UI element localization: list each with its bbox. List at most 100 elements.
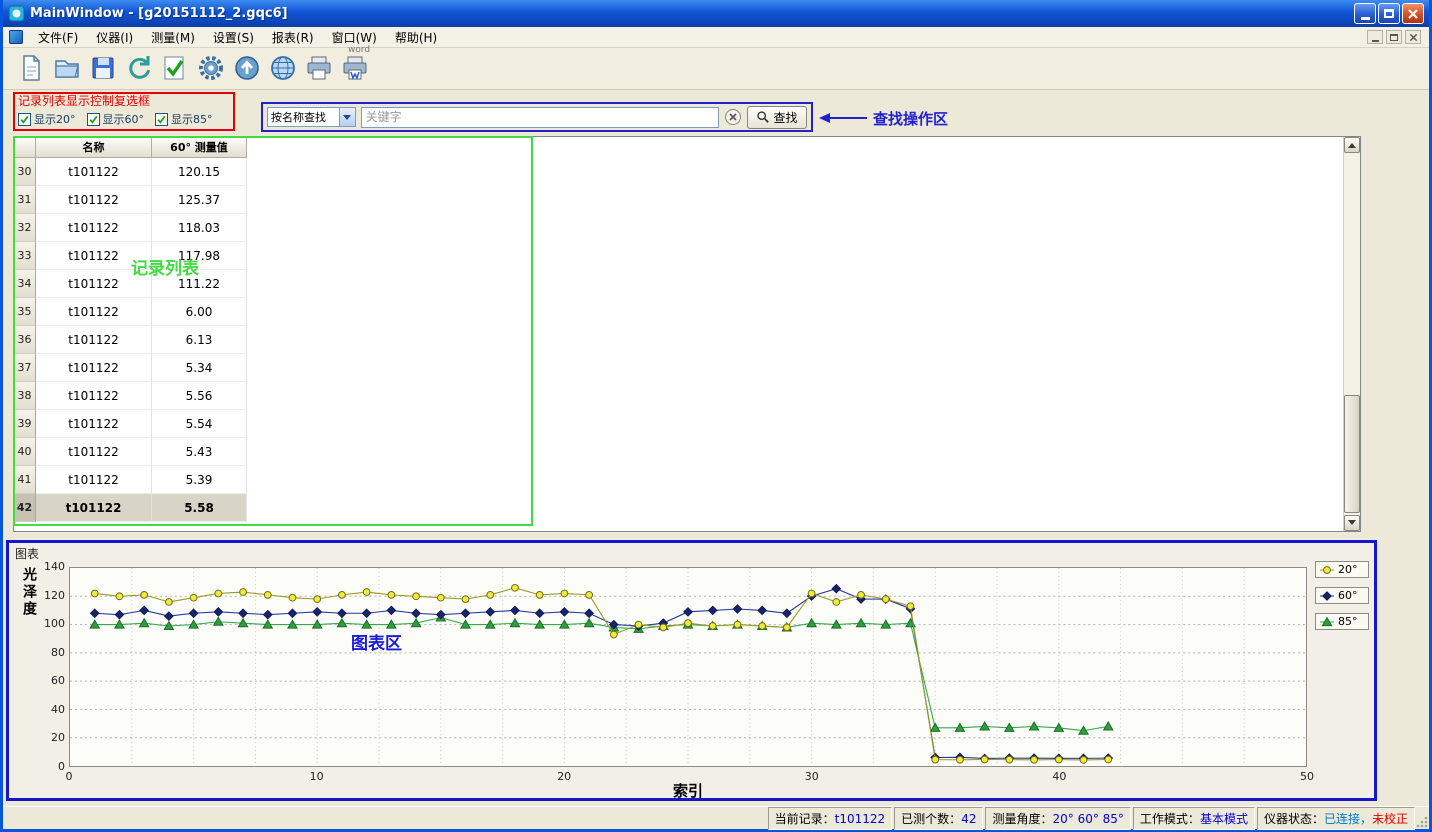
cell-measure-value[interactable]: 6.00: [152, 298, 247, 326]
cell-name[interactable]: t101122: [36, 494, 152, 522]
menu-measure[interactable]: 测量(M): [142, 26, 204, 49]
table-row[interactable]: 31t101122125.37: [14, 186, 1360, 214]
status-value: 未校正: [1372, 812, 1408, 826]
table-row[interactable]: 36t1011226.13: [14, 326, 1360, 354]
resize-grip-icon[interactable]: [1415, 815, 1428, 828]
table-row[interactable]: 35t1011226.00: [14, 298, 1360, 326]
checkbox-show-20[interactable]: 显示20°: [18, 111, 76, 127]
legend-item[interactable]: 60°: [1315, 587, 1369, 604]
row-number[interactable]: 39: [14, 410, 36, 438]
row-number[interactable]: 32: [14, 214, 36, 242]
scrollbar-thumb[interactable]: [1344, 395, 1360, 513]
row-number[interactable]: 40: [14, 438, 36, 466]
print-button[interactable]: [301, 50, 337, 86]
table-row[interactable]: 42t1011225.58: [14, 494, 1360, 522]
cell-measure-value[interactable]: 5.39: [152, 466, 247, 494]
cell-name[interactable]: t101122: [36, 326, 152, 354]
table-row[interactable]: 38t1011225.56: [14, 382, 1360, 410]
open-folder-button[interactable]: [49, 50, 85, 86]
row-number[interactable]: 38: [14, 382, 36, 410]
scroll-down-button[interactable]: [1344, 515, 1360, 531]
table-row[interactable]: 41t1011225.39: [14, 466, 1360, 494]
mdi-minimize-button[interactable]: [1367, 30, 1383, 44]
cell-measure-value[interactable]: 5.34: [152, 354, 247, 382]
clear-search-button[interactable]: [724, 108, 742, 126]
find-button[interactable]: 查找: [747, 106, 807, 129]
cell-measure-value[interactable]: 5.58: [152, 494, 247, 522]
column-header[interactable]: 名称: [36, 137, 152, 158]
table-row[interactable]: 30t101122120.15: [14, 158, 1360, 186]
cell-name[interactable]: t101122: [36, 438, 152, 466]
row-number[interactable]: 34: [14, 270, 36, 298]
search-input[interactable]: [361, 107, 719, 128]
import-check-button[interactable]: [157, 50, 193, 86]
menu-instrument[interactable]: 仪器(I): [87, 26, 142, 49]
word-export-button[interactable]: word: [337, 50, 373, 86]
row-number[interactable]: 42: [14, 494, 36, 522]
cell-name[interactable]: t101122: [36, 466, 152, 494]
row-number[interactable]: 35: [14, 298, 36, 326]
table-row[interactable]: 37t1011225.34: [14, 354, 1360, 382]
legend-label: 20°: [1338, 563, 1358, 576]
sync-globe-button[interactable]: [265, 50, 301, 86]
cell-measure-value[interactable]: 118.03: [152, 214, 247, 242]
menu-help[interactable]: 帮助(H): [386, 26, 446, 49]
refresh-button[interactable]: [121, 50, 157, 86]
new-file-button[interactable]: [13, 50, 49, 86]
menu-settings[interactable]: 设置(S): [204, 26, 263, 49]
settings-gear-button[interactable]: [193, 50, 229, 86]
save-button[interactable]: [85, 50, 121, 86]
y-tick-label: 80: [33, 646, 65, 659]
row-number[interactable]: 31: [14, 186, 36, 214]
cell-name[interactable]: t101122: [36, 410, 152, 438]
cell-measure-value[interactable]: 5.43: [152, 438, 247, 466]
checkbox-show-60[interactable]: 显示60°: [87, 111, 145, 127]
settings-gear-icon: [196, 53, 226, 83]
table-row[interactable]: 39t1011225.54: [14, 410, 1360, 438]
legend-item[interactable]: 85°: [1315, 613, 1369, 630]
cell-measure-value[interactable]: 5.54: [152, 410, 247, 438]
maximize-button[interactable]: [1378, 3, 1400, 24]
cell-name[interactable]: t101122: [36, 298, 152, 326]
cell-measure-value[interactable]: 117.98: [152, 242, 247, 270]
table-row[interactable]: 34t101122111.22: [14, 270, 1360, 298]
y-tick-label: 100: [33, 617, 65, 630]
cell-measure-value[interactable]: 125.37: [152, 186, 247, 214]
row-number[interactable]: 41: [14, 466, 36, 494]
cell-name[interactable]: t101122: [36, 382, 152, 410]
search-mode-combobox[interactable]: 按名称查找: [267, 107, 356, 127]
row-number[interactable]: 36: [14, 326, 36, 354]
column-header[interactable]: 60° 测量值: [152, 137, 247, 158]
status-label: 工作模式：: [1140, 812, 1200, 826]
column-header[interactable]: [14, 137, 36, 158]
upload-button[interactable]: [229, 50, 265, 86]
cell-measure-value[interactable]: 111.22: [152, 270, 247, 298]
cell-name[interactable]: t101122: [36, 270, 152, 298]
mdi-close-button[interactable]: [1405, 30, 1421, 44]
cell-name[interactable]: t101122: [36, 242, 152, 270]
close-button[interactable]: [1402, 3, 1424, 24]
cell-measure-value[interactable]: 6.13: [152, 326, 247, 354]
cell-measure-value[interactable]: 5.56: [152, 382, 247, 410]
menu-report[interactable]: 报表(R): [263, 26, 323, 49]
row-number[interactable]: 37: [14, 354, 36, 382]
scroll-up-button[interactable]: [1344, 137, 1360, 153]
row-number[interactable]: 30: [14, 158, 36, 186]
cell-name[interactable]: t101122: [36, 354, 152, 382]
table-row[interactable]: 40t1011225.43: [14, 438, 1360, 466]
checkbox-show-85[interactable]: 显示85°: [155, 111, 213, 127]
minimize-button[interactable]: [1354, 3, 1376, 24]
menu-file[interactable]: 文件(F): [29, 26, 87, 49]
cell-name[interactable]: t101122: [36, 186, 152, 214]
cell-name[interactable]: t101122: [36, 214, 152, 242]
table-row[interactable]: 33t101122117.98: [14, 242, 1360, 270]
table-row[interactable]: 32t101122118.03: [14, 214, 1360, 242]
chevron-down-icon[interactable]: [339, 108, 355, 126]
mdi-child-icon[interactable]: [9, 30, 23, 44]
cell-measure-value[interactable]: 120.15: [152, 158, 247, 186]
row-number[interactable]: 33: [14, 242, 36, 270]
cell-name[interactable]: t101122: [36, 158, 152, 186]
table-scrollbar[interactable]: [1343, 137, 1360, 531]
legend-item[interactable]: 20°: [1315, 561, 1369, 578]
mdi-restore-button[interactable]: [1386, 30, 1402, 44]
